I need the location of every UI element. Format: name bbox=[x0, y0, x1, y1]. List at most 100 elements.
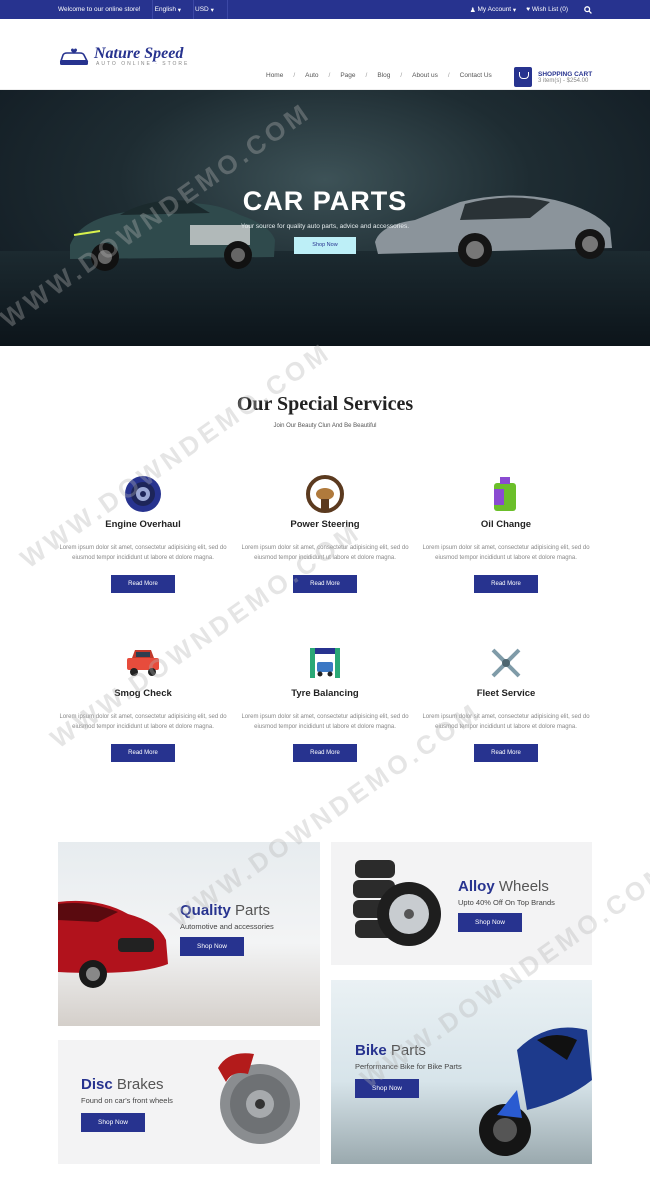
logo[interactable]: Nature Speed AUTO ONLINE · STORE bbox=[58, 45, 190, 67]
shop-now-button[interactable]: Shop Now bbox=[458, 913, 522, 932]
motorbike-image bbox=[479, 1027, 592, 1156]
wishlist-label: Wish List (0) bbox=[531, 6, 568, 13]
account-label: My Account bbox=[477, 6, 512, 13]
currency-select[interactable]: USD ▾ bbox=[195, 6, 214, 14]
nav-divider: / bbox=[400, 72, 403, 79]
read-more-button[interactable]: Read More bbox=[293, 575, 357, 593]
service-card: Power Steering Lorem ipsum dolor sit ame… bbox=[235, 474, 415, 593]
banner-title-bold: Disc bbox=[81, 1076, 113, 1093]
nav-contact[interactable]: Contact Us bbox=[460, 72, 492, 79]
divider bbox=[227, 0, 228, 19]
service-name: Oil Change bbox=[480, 519, 532, 530]
brand-tagline: AUTO ONLINE · STORE bbox=[96, 61, 190, 67]
car-wash-icon bbox=[305, 643, 345, 683]
divider bbox=[152, 0, 153, 19]
services-title: Our Special Services bbox=[236, 393, 414, 415]
banner-title: Disc Brakes bbox=[81, 1076, 173, 1093]
service-name: Engine Overhaul bbox=[105, 519, 181, 530]
service-name: Smog Check bbox=[114, 688, 172, 699]
banner-title: Bike Parts bbox=[355, 1042, 462, 1059]
read-more-button[interactable]: Read More bbox=[474, 744, 538, 762]
hero-subtitle: Your source for quality auto parts, advi… bbox=[240, 223, 410, 230]
car-icon bbox=[123, 643, 163, 683]
disc-brakes-banner[interactable]: Disc Brakes Found on car's front wheels … bbox=[58, 1040, 320, 1164]
quality-parts-banner[interactable]: Quality Parts Automotive and accessories… bbox=[58, 842, 320, 1026]
banner-title: Quality Parts bbox=[180, 902, 274, 919]
engine-icon bbox=[123, 474, 163, 514]
service-card: Engine Overhaul Lorem ipsum dolor sit am… bbox=[53, 474, 233, 593]
shop-now-button[interactable]: Shop Now bbox=[180, 937, 244, 956]
services-subtitle: Join Our Beauty Clun And Be Beautiful bbox=[273, 423, 377, 429]
alloy-wheels-banner[interactable]: Alloy Wheels Upto 40% Off On Top Brands … bbox=[331, 842, 592, 965]
hero-title: CAR PARTS bbox=[242, 186, 408, 216]
service-card: Oil Change Lorem ipsum dolor sit amet, c… bbox=[416, 474, 596, 593]
banner-title-light: Wheels bbox=[498, 878, 549, 895]
nav-auto[interactable]: Auto bbox=[305, 72, 318, 79]
banner-title: Alloy Wheels bbox=[458, 878, 555, 895]
tires-image bbox=[353, 860, 441, 946]
oil-can-icon bbox=[486, 474, 526, 514]
cart-title: SHOPPING CART bbox=[538, 70, 593, 78]
shop-now-button[interactable]: Shop Now bbox=[81, 1113, 145, 1132]
service-name: Power Steering bbox=[290, 519, 360, 530]
welcome-text: Welcome to our online store! bbox=[58, 6, 141, 13]
language-label: English bbox=[154, 6, 176, 13]
read-more-button[interactable]: Read More bbox=[111, 575, 175, 593]
service-card: Smog Check Lorem ipsum dolor sit amet, c… bbox=[53, 643, 233, 762]
brand-name: Nature Speed bbox=[94, 45, 184, 62]
cart-summary: 3 item(s) - $254.00 bbox=[538, 77, 589, 84]
main-nav: Home / Auto / Page / Blog / About us / Contac… bbox=[266, 72, 492, 79]
red-car-image bbox=[58, 900, 168, 988]
account-menu[interactable]: ♟ My Account ▾ bbox=[470, 6, 516, 14]
banner-title-bold: Quality bbox=[180, 902, 231, 919]
bike-parts-banner[interactable]: Bike Parts Performance Bike for Bike Par… bbox=[331, 980, 592, 1164]
banner-text: Found on car's front wheels bbox=[81, 1096, 173, 1105]
service-text: Lorem ipsum dolor sit amet, consectetur … bbox=[59, 714, 227, 730]
read-more-button[interactable]: Read More bbox=[293, 744, 357, 762]
brake-disc-image bbox=[218, 1053, 300, 1144]
banner-title-light: Parts bbox=[235, 902, 271, 919]
banner-text: Automotive and accessories bbox=[180, 922, 274, 931]
nav-divider: / bbox=[447, 72, 450, 79]
banner-text: Performance Bike for Bike Parts bbox=[355, 1062, 462, 1071]
service-name: Fleet Service bbox=[476, 688, 536, 699]
banner-title-light: Brakes bbox=[116, 1076, 164, 1093]
read-more-button[interactable]: Read More bbox=[111, 744, 175, 762]
top-bar: Welcome to our online store! English ▾ U… bbox=[0, 0, 650, 19]
banner-title-light: Parts bbox=[390, 1042, 426, 1059]
nav-home[interactable]: Home bbox=[266, 72, 283, 79]
nav-divider: / bbox=[328, 72, 331, 79]
nav-about[interactable]: About us bbox=[412, 72, 438, 79]
service-card: Tyre Balancing Lorem ipsum dolor sit ame… bbox=[235, 643, 415, 762]
hero-shop-now-button[interactable]: Shop Now bbox=[294, 237, 356, 254]
shopping-cart[interactable]: SHOPPING CART 3 item(s) - $254.00 bbox=[514, 67, 592, 87]
nav-divider: / bbox=[293, 72, 296, 79]
wrench-icon bbox=[486, 643, 526, 683]
service-text: Lorem ipsum dolor sit amet, consectetur … bbox=[422, 714, 590, 730]
hero-banner: CAR PARTS Your source for quality auto p… bbox=[0, 90, 650, 346]
language-select[interactable]: English ▾ bbox=[155, 6, 181, 14]
site-header: Nature Speed AUTO ONLINE · STORE Home / A… bbox=[0, 19, 650, 90]
banner-text: Upto 40% Off On Top Brands bbox=[458, 898, 555, 907]
car-logo-icon bbox=[59, 48, 89, 65]
service-text: Lorem ipsum dolor sit amet, consectetur … bbox=[422, 545, 590, 561]
banner-title-bold: Bike bbox=[355, 1042, 387, 1059]
wishlist-link[interactable]: ♥ Wish List (0) bbox=[526, 6, 568, 13]
search-icon[interactable] bbox=[584, 5, 592, 14]
service-text: Lorem ipsum dolor sit amet, consectetur … bbox=[241, 545, 409, 561]
heart-icon: ♥ bbox=[526, 6, 531, 13]
divider bbox=[193, 0, 194, 19]
nav-page[interactable]: Page bbox=[340, 72, 355, 79]
steering-icon bbox=[305, 474, 345, 514]
service-card: Fleet Service Lorem ipsum dolor sit amet… bbox=[416, 643, 596, 762]
service-name: Tyre Balancing bbox=[291, 688, 359, 699]
currency-label: USD bbox=[195, 6, 209, 13]
service-text: Lorem ipsum dolor sit amet, consectetur … bbox=[59, 545, 227, 561]
shop-now-button[interactable]: Shop Now bbox=[355, 1079, 419, 1098]
user-icon: ♟ bbox=[469, 6, 476, 14]
service-text: Lorem ipsum dolor sit amet, consectetur … bbox=[241, 714, 409, 730]
read-more-button[interactable]: Read More bbox=[474, 575, 538, 593]
banner-title-bold: Alloy bbox=[458, 878, 495, 895]
nav-divider: / bbox=[365, 72, 368, 79]
nav-blog[interactable]: Blog bbox=[377, 72, 390, 79]
